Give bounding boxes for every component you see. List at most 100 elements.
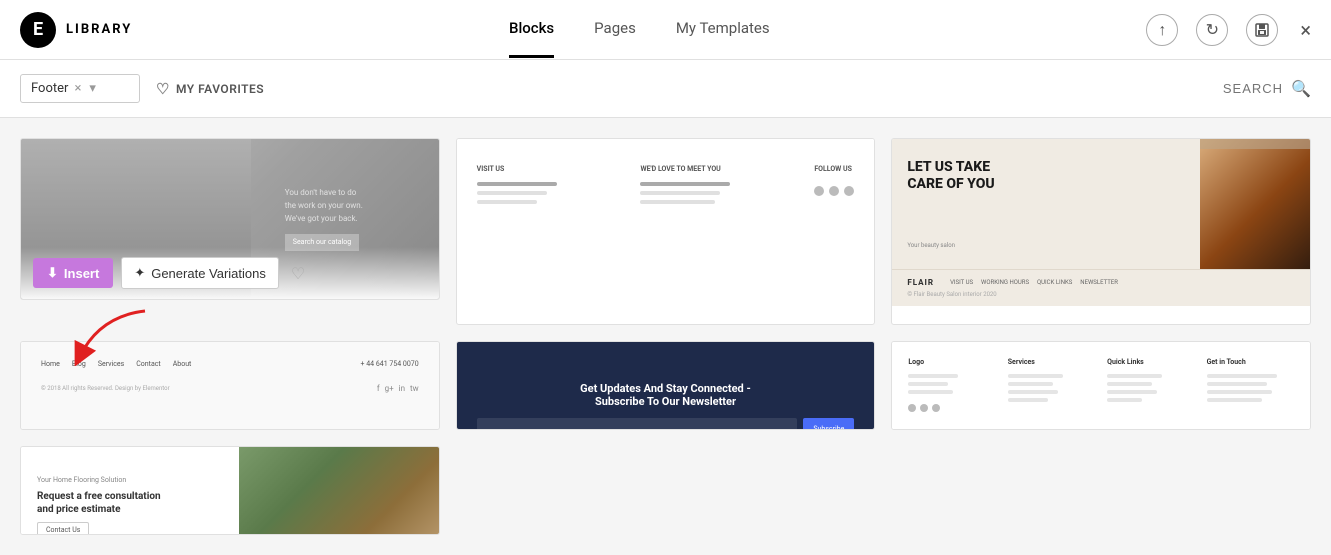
col-header: Get in Touch bbox=[1207, 358, 1294, 366]
preview-content: Home Blog Services Contact About + 44 64… bbox=[21, 342, 439, 411]
tab-my-templates[interactable]: My Templates bbox=[676, 1, 770, 58]
beauty-left: LET US TAKECARE OF YOU Your beauty salon bbox=[892, 139, 1200, 269]
flooring-btn-preview: Contact Us bbox=[37, 522, 89, 535]
preview-bottom-row: © 2018 All rights Reserved. Design by El… bbox=[41, 384, 419, 393]
filter-bar: Footer × ▾ ♡ MY FAVORITES 🔍 bbox=[0, 60, 1331, 118]
heart-icon: ♡ bbox=[156, 80, 170, 98]
header-actions: ↑ ↻ × bbox=[1146, 14, 1311, 46]
nav-home: Home bbox=[41, 360, 60, 368]
col-header: FOLLOW US bbox=[814, 165, 854, 173]
filter-controls: Footer × ▾ ♡ MY FAVORITES bbox=[20, 74, 264, 103]
col-quick-links: Quick Links bbox=[1107, 358, 1194, 402]
social-icons bbox=[814, 186, 854, 196]
social-icon bbox=[829, 186, 839, 196]
template-grid: You don't have to dothe work on your own… bbox=[0, 118, 1331, 555]
preview-beauty: LET US TAKECARE OF YOU Your beauty salon bbox=[892, 139, 1310, 269]
preview-line bbox=[640, 191, 720, 195]
preview-line bbox=[1107, 398, 1142, 402]
flooring-image bbox=[239, 447, 439, 535]
template-card-2[interactable]: VISIT US WE'D LOVE TO MEET YOU FOLLOW US bbox=[456, 138, 876, 325]
newsletter-input-preview bbox=[477, 418, 798, 431]
card-actions: ⬇ Insert ✦ Generate Variations ♡ bbox=[21, 247, 439, 299]
logo-area: E LIBRARY bbox=[20, 12, 132, 48]
search-icon[interactable]: 🔍 bbox=[1291, 79, 1311, 98]
preview-line bbox=[1207, 390, 1272, 394]
link-hours: WORKING HOURS bbox=[981, 279, 1029, 286]
insert-icon: ⬇ bbox=[47, 265, 58, 281]
tab-pages[interactable]: Pages bbox=[594, 1, 636, 58]
social-icon bbox=[844, 186, 854, 196]
preview-line bbox=[908, 382, 948, 386]
template-card-5[interactable]: Get Updates And Stay Connected -Subscrib… bbox=[456, 341, 876, 430]
tab-blocks[interactable]: Blocks bbox=[509, 1, 554, 58]
preview-line bbox=[1207, 382, 1267, 386]
search-area: 🔍 bbox=[1083, 79, 1311, 98]
upload-button[interactable]: ↑ bbox=[1146, 14, 1178, 46]
clear-filter-button[interactable]: × bbox=[74, 81, 81, 96]
social-g: g+ bbox=[385, 384, 394, 393]
template-card-3[interactable]: LET US TAKECARE OF YOU Your beauty salon… bbox=[891, 138, 1311, 325]
beauty-logo: FLAIR bbox=[907, 278, 934, 287]
template-card-4[interactable]: Home Blog Services Contact About + 44 64… bbox=[20, 341, 440, 430]
preview-social: f g+ in tw bbox=[377, 384, 419, 393]
nav-blog: Blog bbox=[72, 360, 86, 368]
beauty-right bbox=[1200, 139, 1310, 269]
template-card-7[interactable]: Your Home Flooring Solution Request a fr… bbox=[20, 446, 440, 535]
beauty-title: LET US TAKECARE OF YOU bbox=[907, 159, 1185, 193]
search-input[interactable] bbox=[1083, 81, 1283, 96]
beauty-details: Your beauty salon bbox=[907, 242, 1185, 249]
preview-line bbox=[477, 182, 557, 186]
col-header: Quick Links bbox=[1107, 358, 1194, 366]
card-preview: LET US TAKECARE OF YOU Your beauty salon… bbox=[892, 139, 1310, 324]
flooring-headline: Your Home Flooring Solution bbox=[37, 476, 223, 484]
newsletter-subscribe-btn-preview: Subscribe bbox=[803, 418, 854, 431]
link-newsletter: NEWSLETTER bbox=[1080, 279, 1118, 286]
library-title: LIBRARY bbox=[66, 22, 132, 37]
save-button[interactable] bbox=[1246, 14, 1278, 46]
favorites-filter-button[interactable]: ♡ MY FAVORITES bbox=[156, 80, 264, 98]
category-dropdown[interactable]: Footer × ▾ bbox=[20, 74, 140, 103]
generate-variations-button[interactable]: ✦ Generate Variations bbox=[121, 257, 279, 289]
preview-line bbox=[477, 200, 537, 204]
preview-row: VISIT US WE'D LOVE TO MEET YOU FOLLOW US bbox=[477, 165, 855, 206]
close-button[interactable]: × bbox=[1300, 18, 1311, 42]
card-preview: Home Blog Services Contact About + 44 64… bbox=[21, 342, 439, 430]
preview-newsletter: Get Updates And Stay Connected -Subscrib… bbox=[457, 342, 875, 430]
col-header: VISIT US bbox=[477, 165, 557, 173]
template-card[interactable]: You don't have to dothe work on your own… bbox=[20, 138, 440, 300]
social-icon bbox=[920, 404, 928, 412]
preview-phone: + 44 641 754 0070 bbox=[361, 360, 419, 368]
preview-line bbox=[1107, 382, 1152, 386]
preview-line bbox=[1008, 390, 1058, 394]
beauty-nav: FLAIR VISIT US WORKING HOURS QUICK LINKS… bbox=[907, 278, 1295, 287]
col-meet: WE'D LOVE TO MEET YOU bbox=[640, 165, 730, 206]
beauty-image bbox=[1200, 139, 1310, 269]
link-links: QUICK LINKS bbox=[1037, 279, 1072, 286]
template-card-6[interactable]: Logo Services bbox=[891, 341, 1311, 430]
model-image bbox=[1200, 149, 1310, 269]
flooring-right bbox=[239, 447, 439, 535]
nav-about: About bbox=[173, 360, 192, 368]
dropdown-arrow-icon: ▾ bbox=[89, 81, 96, 96]
insert-button[interactable]: ⬇ Insert bbox=[33, 258, 113, 288]
col-header: Services bbox=[1008, 358, 1095, 366]
col-services: Services bbox=[1008, 358, 1095, 402]
preview-line bbox=[1207, 374, 1277, 378]
preview-contacts: Logo Services bbox=[892, 342, 1310, 430]
preview-line bbox=[1107, 374, 1162, 378]
logo-icon: E bbox=[20, 12, 56, 48]
flooring-left: Your Home Flooring Solution Request a fr… bbox=[21, 447, 239, 535]
preview-line bbox=[1008, 374, 1063, 378]
card-preview: Your Home Flooring Solution Request a fr… bbox=[21, 447, 439, 535]
sparkle-icon: ✦ bbox=[134, 265, 145, 281]
social-tw: tw bbox=[410, 384, 419, 393]
favorite-button[interactable]: ♡ bbox=[291, 264, 305, 283]
sync-button[interactable]: ↻ bbox=[1196, 14, 1228, 46]
preview-line bbox=[1008, 382, 1053, 386]
nav-services: Services bbox=[98, 360, 124, 368]
col-header: WE'D LOVE TO MEET YOU bbox=[640, 165, 730, 173]
col-get-in-touch: Get in Touch bbox=[1207, 358, 1294, 402]
tab-nav: Blocks Pages My Templates bbox=[509, 1, 770, 58]
social-icon bbox=[814, 186, 824, 196]
social-icon bbox=[908, 404, 916, 412]
